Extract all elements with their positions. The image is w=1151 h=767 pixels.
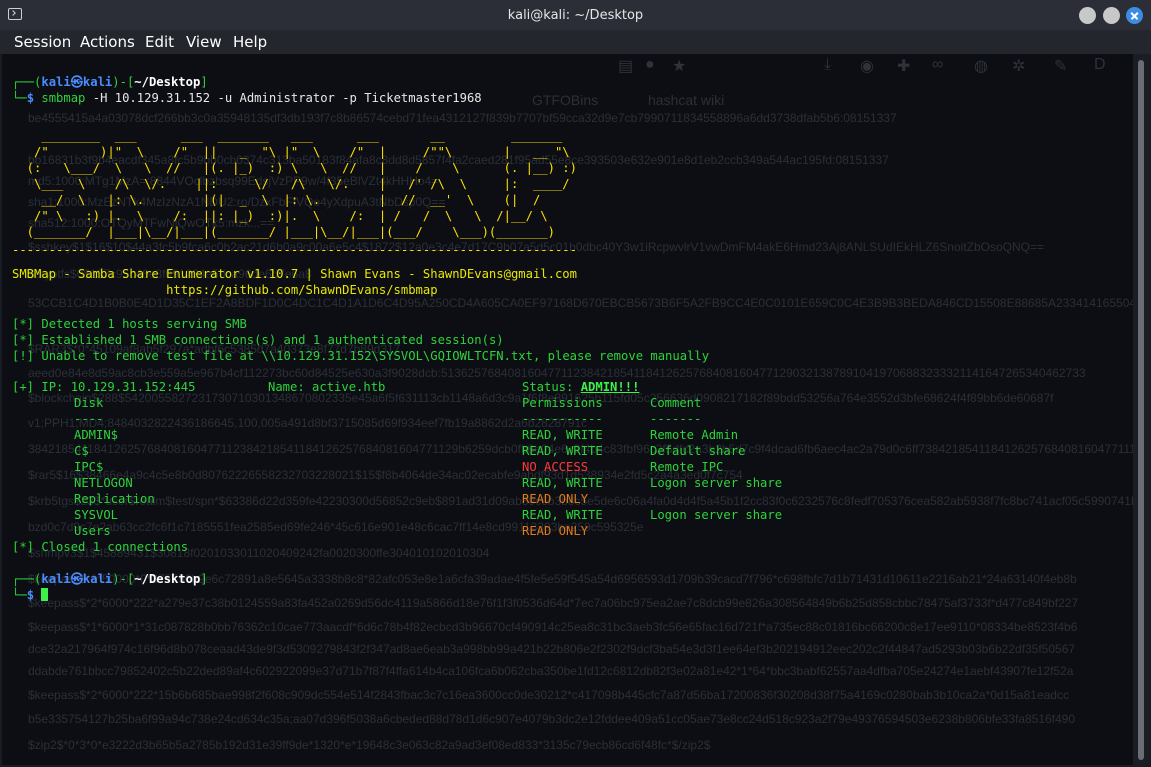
status-line: [*] Detected 1 hosts serving SMB: [12, 317, 247, 331]
col-header-disk: Disk: [74, 396, 104, 410]
banner-line: \___ \ /\ \/. ||: \/ /\ \/. | /' /\ \ |:…: [12, 177, 570, 191]
command-name: smbmap: [41, 91, 86, 105]
minimize-button[interactable]: [1079, 7, 1096, 24]
ghost-line: be4555415a4a03078dcf266bb3c0a35948135df3…: [28, 111, 897, 125]
command-args: -H 10.129.31.152 -u Administrator -p Tic…: [85, 91, 482, 105]
ghost-line: $keepass$*1*6000*1*31c087828b0bb76362c10…: [28, 620, 1078, 634]
ghost-line: aeed0e84e8d59ac8cb3e559a5e967b4cf112273b…: [28, 366, 1086, 380]
close-button[interactable]: [1126, 7, 1143, 24]
share-comment: Logon server share: [650, 476, 783, 490]
host-status: Status: ADMIN!!!: [522, 380, 640, 394]
ghost-download-icon: ⤓: [824, 56, 832, 73]
col-sep-comment: -------: [650, 412, 702, 426]
ghost-pen-icon: ✎: [1054, 58, 1068, 75]
share-comment: Remote IPC: [650, 460, 724, 474]
col-header-permissions: Permissions: [522, 396, 603, 410]
banner-line: (_______/ |___|\__/|___|(_______/ |___|\…: [12, 225, 555, 239]
prompt-at: ㉿: [70, 75, 83, 89]
scrollbar-thumb[interactable]: [1138, 60, 1144, 760]
banner-line: /" )|" \ /" || _ "\ |" \ /" | /""\ | __ …: [12, 145, 570, 159]
ghost-letter-icon: D: [1094, 56, 1106, 73]
menu-help[interactable]: Help: [233, 33, 267, 51]
ghost-glasses-icon: ∞: [932, 56, 944, 73]
menu-view[interactable]: View: [186, 33, 222, 51]
share-permission: READ, WRITE: [522, 428, 603, 442]
ghost-line: $keepass$*2*6000*222*15b6b685bae998f2f60…: [28, 688, 1069, 702]
prompt-line: ┌──(kali㉿kali)-[~/Desktop]: [12, 75, 208, 89]
ghost-line: $zip2$*0*3*0*e3222d3b65b5a2785b192d31e39…: [28, 738, 711, 752]
smbmap-title: SMBMap - Samba Share Enumerator v1.10.7 …: [12, 267, 577, 281]
menu-edit[interactable]: Edit: [145, 33, 174, 51]
share-disk: Users: [74, 524, 111, 538]
terminal-area[interactable]: ▤ ● ★ ⤓ ◉ ✚ ∞ ◍ ✲ ✎ D GTFOBins hashcat w…: [2, 54, 1133, 765]
share-permission: READ ONLY: [522, 492, 589, 506]
ghost-reader-icon: ▤: [618, 58, 634, 75]
menu-session[interactable]: Session: [14, 33, 71, 51]
smbmap-url[interactable]: https://github.com/ShawnDEvans/smbmap: [12, 282, 438, 298]
col-sep-disk: ----: [74, 412, 104, 426]
share-comment: Default share: [650, 444, 746, 458]
ghost-gear-icon: ✲: [1012, 58, 1026, 75]
share-permission: READ, WRITE: [522, 444, 603, 458]
share-disk: NETLOGON: [74, 476, 133, 490]
share-permission: READ, WRITE: [522, 476, 603, 490]
window-titlebar: kali@kali: ~/Desktop: [0, 0, 1151, 30]
ghost-line: b5e335754127b25ba6f99a94c738e24cd634c35a…: [28, 712, 1076, 726]
banner-line: (: \___/ \ \ // |(. |_) :) \ \ // | / \ …: [12, 161, 577, 175]
closed-line: [*] Closed 1 connections: [12, 540, 189, 554]
host-line: [+] IP: 10.129.31.152:445: [12, 380, 196, 394]
menu-bar: Session Actions Edit View Help: [0, 30, 1151, 54]
col-header-comment: Comment: [650, 396, 702, 410]
ghost-account-icon: ◉: [860, 58, 874, 75]
window-title: kali@kali: ~/Desktop: [507, 8, 644, 23]
warning-line: [!] Unable to remove test file at \\10.1…: [12, 349, 710, 363]
command-line: └─$ smbmap -H 10.129.31.152 -u Administr…: [12, 91, 482, 105]
maximize-button[interactable]: [1103, 7, 1120, 24]
prompt-host: kali: [82, 75, 113, 89]
ghost-circle-icon: ●: [645, 56, 655, 73]
text-cursor: [41, 588, 49, 601]
col-sep-permissions: -----------: [522, 412, 603, 426]
prompt-line: ┌──(kali㉿kali)-[~/Desktop]: [12, 572, 208, 586]
share-comment: Logon server share: [650, 508, 783, 522]
banner-line: __/ \ |: \. |(| _ \ |: \. | // __' \ (| …: [12, 193, 541, 207]
ghost-line: $keepass$*2*6000*222*a279e37c38b0124559a…: [28, 596, 1079, 610]
share-disk: Replication: [74, 492, 155, 506]
prompt-path: ~/Desktop: [134, 75, 201, 89]
ghost-bookmark-1: GTFOBins: [532, 92, 599, 108]
ghost-line: ddabde761bbcc79852402c5b22ded89af4c60292…: [28, 664, 1074, 678]
share-disk: ADMIN$: [74, 428, 119, 442]
prompt-user: kali: [41, 75, 71, 89]
input-line[interactable]: └─$: [12, 587, 49, 603]
ghost-bookmark-2: hashcat wiki: [648, 92, 725, 108]
menu-actions[interactable]: Actions: [80, 33, 135, 51]
host-name: Name: active.htb: [268, 380, 386, 394]
share-comment: Remote Admin: [650, 428, 739, 442]
scrollbar[interactable]: [1133, 54, 1149, 765]
share-disk: IPC$: [74, 460, 104, 474]
banner-separator: ----------------------------------------…: [12, 243, 577, 257]
share-permission: READ ONLY: [522, 524, 589, 538]
banner-line: ________ ___ ___ _______ ___ ___ __ ____…: [12, 129, 563, 143]
share-disk: SYSVOL: [74, 508, 119, 522]
banner-line: /" \ :) |. \ /: ||: |_) :)|. \ /: | / / …: [12, 209, 548, 223]
share-permission: READ, WRITE: [522, 508, 603, 522]
share-permission: NO ACCESS: [522, 460, 589, 474]
admin-badge: ADMIN!!!: [580, 380, 640, 394]
share-disk: C$: [74, 444, 89, 458]
ghost-cookie-icon: ◍: [974, 58, 988, 75]
ghost-line: 53CCB1C4D1B0B0E4D1D35C1EF2A8BDF1D0C4DC1C…: [28, 296, 1133, 310]
ghost-line: $rar5$16$38466e4a9c4c5e8b0d8076222655823…: [28, 468, 743, 482]
status-line: [*] Established 1 SMB connections(s) and…: [12, 333, 504, 347]
ghost-star-icon: ★: [672, 58, 687, 75]
ghost-extension-icon: ✚: [897, 58, 911, 75]
ghost-line: dce32a217964f974c16f96d8b078ceaad43de9f3…: [28, 642, 1076, 656]
